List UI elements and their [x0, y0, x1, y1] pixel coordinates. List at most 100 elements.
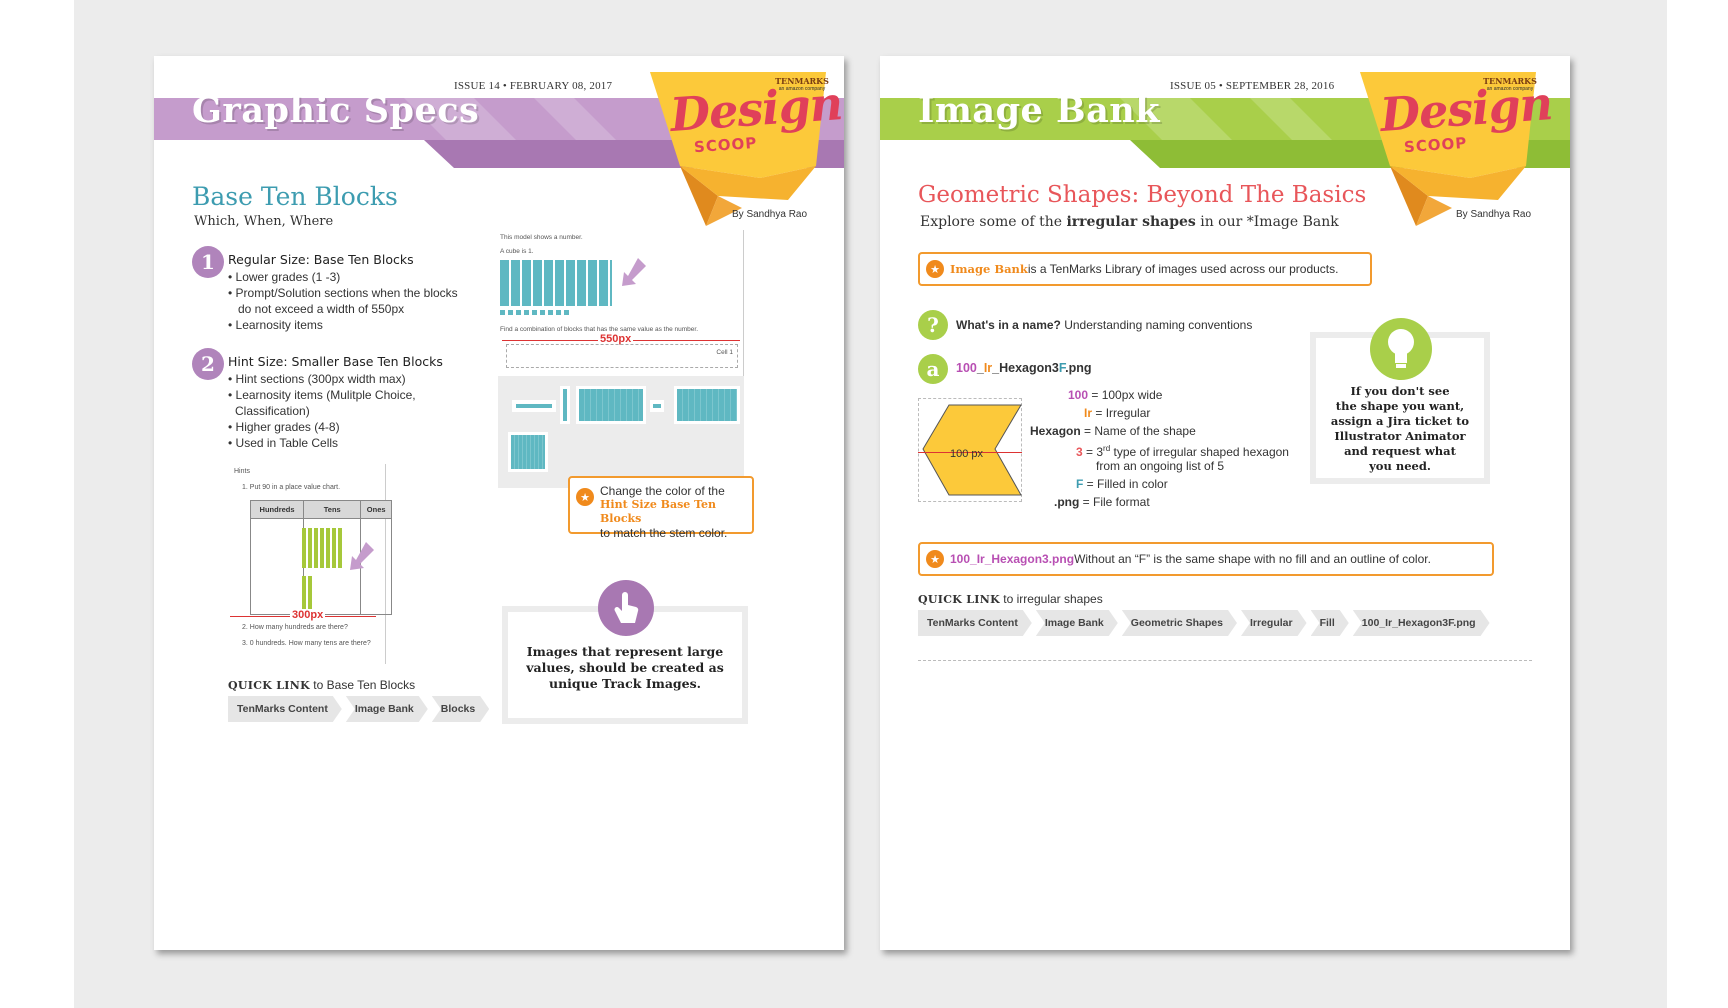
section-title-hint-size: Hint Size: Smaller Base Ten Blocks	[228, 354, 443, 369]
breadcrumb: TenMarks Content Image Bank Blocks	[228, 696, 493, 722]
legend-key: Ir	[1084, 406, 1093, 420]
hint-size-example: Hints 1. Put 90 in a place value chart. …	[228, 464, 392, 664]
legend-desc: = File format	[1079, 495, 1150, 509]
example-line-3: Find a combination of blocks that has th…	[500, 326, 699, 333]
naming-legend: 100 = 100px wide Ir = Irregular Hexagon …	[1030, 386, 1310, 511]
hint-step-3: 3. 0 hundreds. How many tens are there?	[242, 640, 371, 647]
tip-line: and request what	[1344, 444, 1456, 458]
breadcrumb-item[interactable]: Blocks	[432, 696, 489, 722]
breadcrumb: TenMarks Content Image Bank Geometric Sh…	[918, 610, 1494, 636]
section-divider	[918, 660, 1532, 661]
quick-link-text: to irregular shapes	[999, 592, 1103, 606]
article-heading: Base Ten Blocks	[192, 182, 398, 211]
legend-desc: = Irregular	[1092, 406, 1151, 420]
tip-line: values, should be created as	[526, 660, 724, 675]
article-subheading: Explore some of the irregular shapes in …	[920, 214, 1339, 230]
fn-part: 100	[956, 361, 977, 375]
quick-link-label: QUICK LINK to irregular shapes	[918, 592, 1103, 606]
note-highlight: Image Bank	[950, 262, 1028, 276]
star-icon: ★	[926, 550, 944, 568]
article-subheading: Which, When, Where	[194, 214, 334, 229]
legend-key: Hexagon	[1030, 424, 1081, 438]
tip-line: Illustrator Animator	[1334, 429, 1466, 443]
legend-desc: from an ongoing list of 5	[1096, 459, 1225, 473]
breadcrumb-item[interactable]: Fill	[1311, 610, 1349, 636]
bullet-item: • Lower grades (1 -3)	[228, 270, 341, 284]
note-highlight: Hint Size Base Ten Blocks	[600, 498, 717, 525]
breadcrumb-item[interactable]: Image Bank	[346, 696, 428, 722]
outline-variant-note: ★ 100_Ir_Hexagon3.png Without an “F” is …	[918, 542, 1494, 576]
hint-step-2: 2. How many hundreds are there?	[242, 624, 348, 631]
legend-desc: = 3	[1082, 445, 1104, 459]
pv-header-ones: Ones	[360, 500, 392, 519]
bullet-item: • Hint sections (300px width max)	[228, 372, 406, 386]
tip-line: you need.	[1369, 459, 1431, 473]
newsletter-page-image-bank: ISSUE 05 • SEPTEMBER 28, 2016 Image Bank…	[880, 56, 1570, 950]
bullet-item: Classification)	[235, 404, 310, 418]
section-bullets-regular-size: • Lower grades (1 -3) • Prompt/Solution …	[228, 269, 458, 333]
subheading-bold: irregular shapes	[1066, 214, 1196, 230]
hint-label: Hints	[234, 468, 250, 475]
legend-key: 3	[1076, 445, 1083, 459]
breadcrumb-item[interactable]: Image Bank	[1036, 610, 1118, 636]
tip-line: Images that represent large	[526, 644, 724, 659]
ten-rods-bottom	[302, 576, 312, 610]
tip-line: assign a Jira ticket to	[1330, 414, 1470, 428]
tip-line: the shape you want,	[1335, 399, 1465, 413]
page-title: Image Bank	[918, 90, 1160, 131]
quick-link-text: to Base Ten Blocks	[309, 678, 416, 692]
section-number-2: 2	[192, 348, 224, 380]
width-100px-label: 100 px	[950, 448, 984, 460]
fn-part: .png	[1065, 361, 1092, 375]
breadcrumb-item[interactable]: TenMarks Content	[918, 610, 1032, 636]
legend-key: .png	[1054, 495, 1080, 509]
legend-desc: = Filled in color	[1083, 477, 1168, 491]
fn-part: Ir	[983, 361, 993, 375]
breadcrumb-item[interactable]: 100_Ir_Hexagon3F.png	[1353, 610, 1490, 636]
bullet-item: do not exceed a width of 550px	[238, 302, 405, 316]
bullet-item: • Learnosity items	[228, 318, 323, 332]
image-bank-note: ★ Image Bank is a TenMarks Library of im…	[918, 252, 1372, 286]
note-bold: 100_Ir_Hexagon3.png	[950, 552, 1075, 566]
note-text: Without an “F” is the same shape with no…	[1074, 552, 1431, 566]
breadcrumb-item[interactable]: Irregular	[1241, 610, 1307, 636]
width-300px-label: 300px	[290, 609, 326, 621]
ten-rods-top	[302, 528, 342, 568]
naming-question: What's in a name? Understanding naming c…	[956, 318, 1252, 332]
article-heading: Geometric Shapes: Beyond The Basics	[918, 182, 1367, 208]
example-letter-a: a	[918, 354, 948, 384]
byline: By Sandhya Rao	[1456, 209, 1532, 220]
quick-link-bold: QUICK LINK	[918, 593, 1000, 606]
pointer-arrow-icon	[350, 542, 374, 570]
fn-part: _	[976, 361, 984, 375]
legend-key: 100	[1068, 388, 1089, 402]
legend-desc: type of irregular shaped hexagon	[1110, 445, 1289, 459]
bullet-item: • Higher grades (4-8)	[228, 420, 340, 434]
tip-text: If you don't see the shape you want, ass…	[1318, 384, 1482, 474]
star-icon: ★	[576, 488, 594, 506]
breadcrumb-item[interactable]: Geometric Shapes	[1122, 610, 1237, 636]
question-text: Understanding naming conventions	[1060, 318, 1253, 332]
fn-part: _Hexagon3	[992, 361, 1059, 375]
color-change-note: ★ Change the color of the Hint Size Base…	[568, 476, 754, 540]
note-text-post: to match the stem color.	[600, 526, 728, 540]
pv-header-hundreds: Hundreds	[249, 500, 305, 519]
quick-link-bold: QUICK LINK	[228, 679, 310, 692]
issue-date: ISSUE 05 • SEPTEMBER 28, 2016	[1170, 80, 1335, 92]
question-icon: ?	[918, 310, 948, 340]
hint-step-1: 1. Put 90 in a place value chart.	[242, 484, 341, 491]
subheading-pre: Explore some of the	[920, 214, 1067, 230]
bullet-item: • Prompt/Solution sections when the bloc…	[228, 286, 458, 300]
example-line-1: This model shows a number.	[500, 234, 583, 241]
tip-line: If you don't see	[1350, 384, 1450, 398]
section-number-1: 1	[192, 246, 224, 278]
block-tray	[498, 376, 744, 488]
breadcrumb-item[interactable]: TenMarks Content	[228, 696, 342, 722]
subheading-post: in our *Image Bank	[1195, 214, 1339, 230]
tip-line: unique Track Images.	[548, 676, 701, 691]
bullet-item: • Used in Table Cells	[228, 436, 339, 450]
example-line-2: A cube is 1.	[500, 248, 534, 255]
star-icon: ★	[926, 260, 944, 278]
tap-hand-icon	[598, 580, 654, 636]
canvas-background: ISSUE 14 • FEBRUARY 08, 2017 Graphic Spe…	[74, 0, 1667, 1008]
